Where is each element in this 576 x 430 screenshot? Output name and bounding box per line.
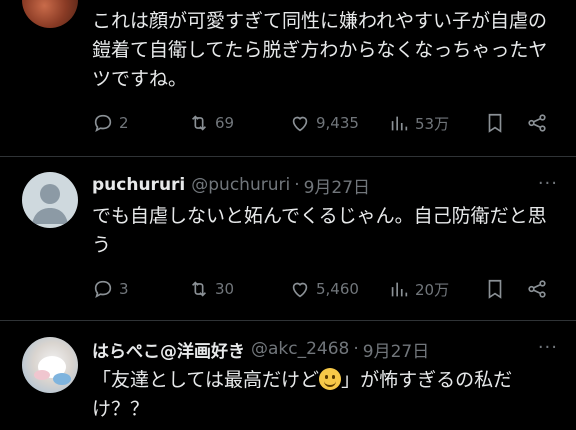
avatar[interactable] bbox=[22, 337, 78, 393]
reply-button[interactable]: 2 bbox=[92, 112, 129, 134]
share-icon bbox=[528, 280, 546, 298]
reply-button[interactable]: 3 bbox=[92, 278, 129, 300]
display-name[interactable]: はらぺこ@洋画好き bbox=[92, 337, 245, 362]
reply-icon bbox=[94, 280, 112, 299]
tweet-header: はらぺこ@洋画好き @akc_2468 · 9月27日 bbox=[92, 335, 558, 363]
like-count: 5,460 bbox=[316, 280, 359, 298]
tweet-1[interactable]: これは顔が可愛すぎて同性に嫌われやすい子が自虐の鎧着て自衛してたら脱ぎ方わからな… bbox=[0, 0, 576, 156]
retweet-count: 30 bbox=[215, 280, 235, 298]
bookmark-button[interactable] bbox=[484, 112, 506, 134]
retweet-icon bbox=[191, 281, 207, 297]
display-name[interactable]: puchururi bbox=[92, 175, 185, 195]
bookmark-icon bbox=[488, 279, 502, 299]
tweet-text: でも自虐しないと妬んでくるじゃん。自己防衛だと思う bbox=[92, 205, 547, 256]
retweet-button[interactable]: 69 bbox=[188, 112, 234, 134]
bookmark-button[interactable] bbox=[484, 278, 506, 300]
illustration-avatar-icon bbox=[34, 356, 71, 385]
views-button[interactable]: 53万 bbox=[388, 112, 449, 134]
separator: · bbox=[294, 175, 300, 195]
user-handle[interactable]: @puchururi bbox=[191, 175, 290, 195]
tweet-actions: 3 30 5,460 20万 bbox=[92, 276, 558, 304]
reply-count: 2 bbox=[119, 114, 129, 132]
tweet-3[interactable]: はらぺこ@洋画好き @akc_2468 · 9月27日 ··· 「友達としては最… bbox=[0, 321, 576, 430]
views-button[interactable]: 20万 bbox=[388, 278, 449, 300]
tweet-2[interactable]: puchururi @puchururi · 9月27日 ··· でも自虐しない… bbox=[0, 157, 576, 320]
reply-count: 3 bbox=[119, 280, 129, 298]
heart-icon bbox=[292, 116, 308, 132]
tweet-header: puchururi @puchururi · 9月27日 bbox=[92, 171, 558, 199]
separator: · bbox=[353, 339, 359, 359]
share-button[interactable] bbox=[526, 112, 548, 134]
default-avatar-icon bbox=[32, 184, 68, 224]
retweet-button[interactable]: 30 bbox=[188, 278, 234, 300]
views-icon bbox=[391, 282, 408, 297]
views-count: 53万 bbox=[415, 114, 450, 133]
retweet-count: 69 bbox=[215, 114, 235, 132]
tweet-date[interactable]: 9月27日 bbox=[304, 173, 370, 198]
views-icon bbox=[391, 116, 408, 131]
reply-icon bbox=[94, 114, 112, 133]
like-count: 9,435 bbox=[316, 114, 359, 132]
avatar[interactable] bbox=[22, 0, 78, 28]
share-button[interactable] bbox=[526, 278, 548, 300]
heart-icon bbox=[292, 282, 308, 298]
tweet-text: これは顔が可愛すぎて同性に嫌われやすい子が自虐の鎧着て自衛してたら脱ぎ方わからな… bbox=[92, 10, 548, 90]
tweet-actions: 2 69 9,435 53万 bbox=[92, 110, 558, 138]
retweet-icon bbox=[191, 115, 207, 131]
views-count: 20万 bbox=[415, 280, 450, 299]
bookmark-icon bbox=[488, 113, 502, 133]
more-options-button[interactable]: ··· bbox=[538, 337, 558, 358]
like-button[interactable]: 9,435 bbox=[289, 112, 359, 134]
tweet-text-part-1: 「友達としては最高だけど bbox=[92, 369, 320, 391]
tweet-date[interactable]: 9月27日 bbox=[363, 337, 429, 362]
grinning-face-emoji bbox=[319, 368, 342, 390]
more-options-button[interactable]: ··· bbox=[538, 173, 558, 194]
user-handle[interactable]: @akc_2468 bbox=[251, 339, 349, 359]
like-button[interactable]: 5,460 bbox=[289, 278, 359, 300]
share-icon bbox=[528, 114, 546, 132]
avatar[interactable] bbox=[22, 172, 78, 228]
tweet-text: 「友達としては最高だけど 」が怖すぎるの私だけ？？ bbox=[92, 366, 558, 424]
